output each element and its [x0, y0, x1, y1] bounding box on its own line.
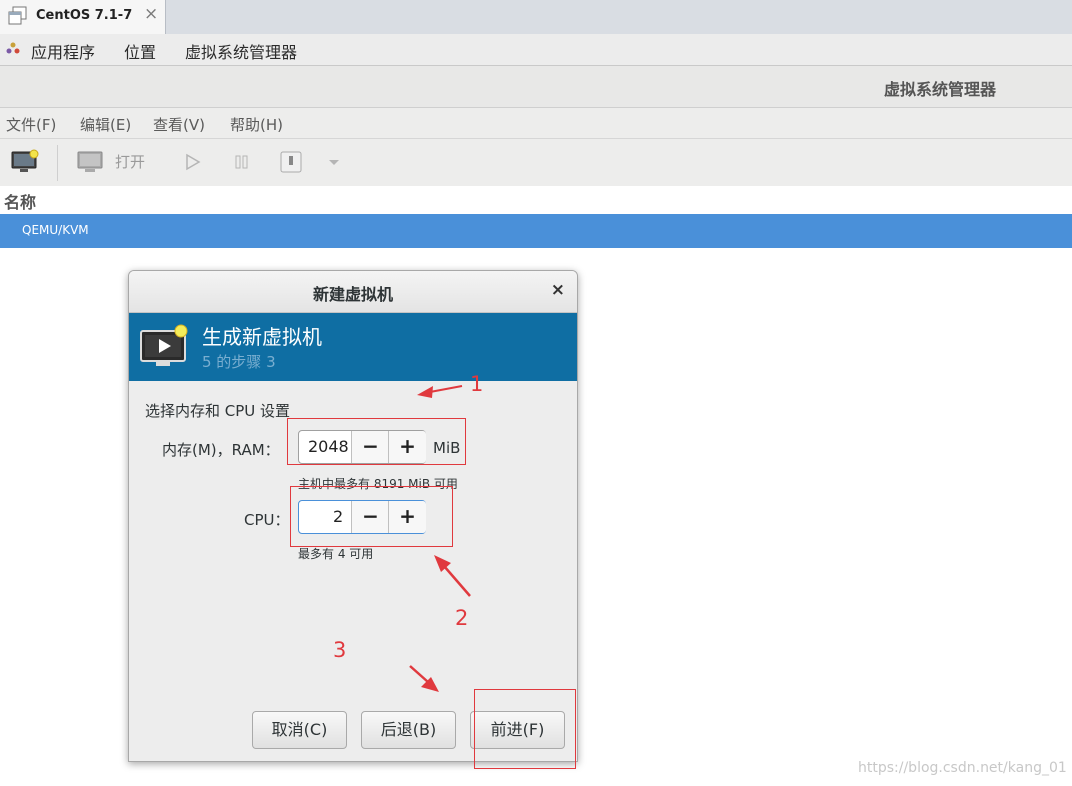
- menu-file[interactable]: 文件(F): [6, 114, 56, 135]
- annotation-box-cpu: [290, 486, 453, 547]
- monitor-icon[interactable]: [76, 149, 104, 175]
- connection-label: QEMU/KVM: [22, 223, 89, 237]
- window-title: 虚拟系统管理器: [883, 80, 996, 99]
- play-icon[interactable]: [183, 149, 203, 175]
- cpu-label: CPU：: [244, 511, 290, 529]
- places-menu[interactable]: 位置: [124, 39, 156, 63]
- menu-view[interactable]: 查看(V): [153, 114, 205, 135]
- cancel-button[interactable]: 取消(C): [252, 711, 347, 749]
- banner-title: 生成新虚拟机: [202, 325, 322, 349]
- toolbar-separator: [57, 145, 58, 181]
- close-icon[interactable]: ×: [551, 280, 565, 300]
- vm-window-icon: [8, 6, 27, 25]
- section-label: 选择内存和 CPU 设置: [145, 402, 291, 420]
- window-titlebar: 虚拟系统管理器: [0, 66, 1072, 108]
- annotation-number-1: 1: [470, 372, 484, 396]
- menu-help[interactable]: 帮助(H): [230, 114, 283, 135]
- column-name-header[interactable]: 名称: [4, 189, 36, 213]
- dialog-title: 新建虚拟机: [312, 285, 393, 304]
- dialog-header: 新建虚拟机 ×: [129, 271, 577, 313]
- toolbar: 打开: [0, 139, 1072, 186]
- watermark: https://blog.csdn.net/kang_01: [858, 760, 1067, 776]
- cpu-hint: 最多有 4 可用: [298, 547, 374, 561]
- annotation-box-forward: [474, 689, 576, 769]
- tab-strip: CentOS 7.1-7 ×: [0, 0, 1072, 35]
- annotation-number-3: 3: [333, 638, 347, 662]
- step-indicator: 5 的步骤 3: [202, 353, 276, 371]
- applications-menu[interactable]: 应用程序: [31, 39, 95, 63]
- menubar: 文件(F) 编辑(E) 查看(V) 帮助(H): [0, 108, 1072, 139]
- menu-edit[interactable]: 编辑(E): [80, 114, 131, 135]
- new-vm-icon: [140, 324, 188, 366]
- list-item[interactable]: QEMU/KVM: [0, 214, 1072, 248]
- wizard-banner: 生成新虚拟机 5 的步骤 3: [129, 313, 577, 381]
- top-menu: 应用程序 位置 虚拟系统管理器: [0, 34, 1072, 66]
- memory-label: 内存(M)，RAM：: [162, 441, 280, 459]
- new-vm-icon[interactable]: [10, 149, 40, 175]
- applications-icon: [6, 42, 20, 54]
- vmm-menu[interactable]: 虚拟系统管理器: [185, 39, 297, 63]
- back-button[interactable]: 后退(B): [361, 711, 456, 749]
- chevron-down-icon[interactable]: [327, 149, 341, 175]
- open-button-label[interactable]: 打开: [115, 151, 145, 172]
- pause-icon[interactable]: [232, 149, 252, 175]
- tab-centos[interactable]: CentOS 7.1-7 ×: [0, 0, 166, 34]
- list-header: 名称: [0, 186, 1072, 213]
- power-icon[interactable]: [279, 149, 303, 175]
- tab-title: CentOS 7.1-7: [36, 8, 133, 23]
- annotation-number-2: 2: [455, 606, 469, 630]
- close-icon[interactable]: ×: [144, 4, 158, 24]
- annotation-box-memory: [287, 418, 466, 465]
